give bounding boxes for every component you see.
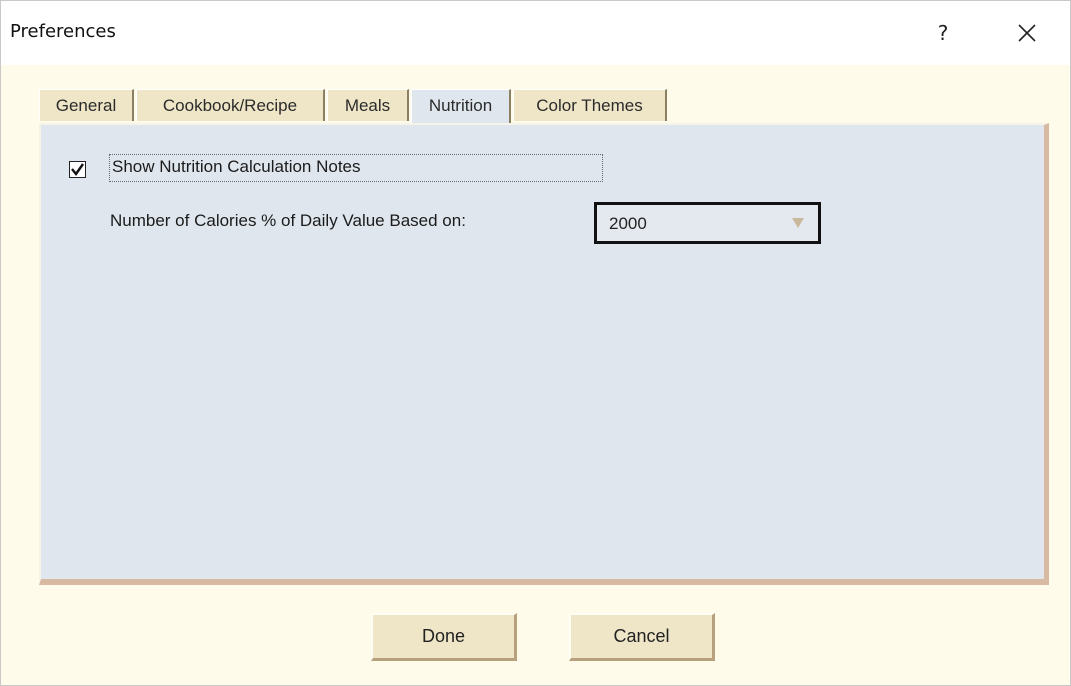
done-button[interactable]: Done	[371, 613, 517, 661]
calories-select-value: 2000	[609, 214, 647, 233]
show-notes-label[interactable]: Show Nutrition Calculation Notes	[109, 154, 603, 182]
tab-nutrition[interactable]: Nutrition	[411, 89, 511, 125]
nutrition-panel: Show Nutrition Calculation Notes Number …	[39, 123, 1049, 585]
tab-general[interactable]: General	[39, 89, 134, 121]
help-button[interactable]: ?	[925, 15, 961, 51]
dropdown-arrow-icon[interactable]	[792, 217, 804, 229]
cancel-button[interactable]: Cancel	[569, 613, 715, 661]
calories-select[interactable]: 2000	[594, 202, 821, 244]
close-icon	[1018, 24, 1036, 42]
show-notes-checkbox[interactable]	[69, 161, 86, 178]
tab-color-themes[interactable]: Color Themes	[513, 89, 667, 121]
preferences-dialog: Preferences ? General Cookbook/Recipe Me…	[0, 0, 1071, 686]
checkmark-icon	[71, 163, 84, 177]
title-bar: Preferences ?	[1, 1, 1070, 65]
calories-label: Number of Calories % of Daily Value Base…	[110, 211, 466, 230]
window-title: Preferences	[10, 21, 116, 42]
close-button[interactable]	[1009, 15, 1045, 51]
tab-meals[interactable]: Meals	[327, 89, 409, 121]
tab-cookbook-recipe[interactable]: Cookbook/Recipe	[136, 89, 325, 121]
